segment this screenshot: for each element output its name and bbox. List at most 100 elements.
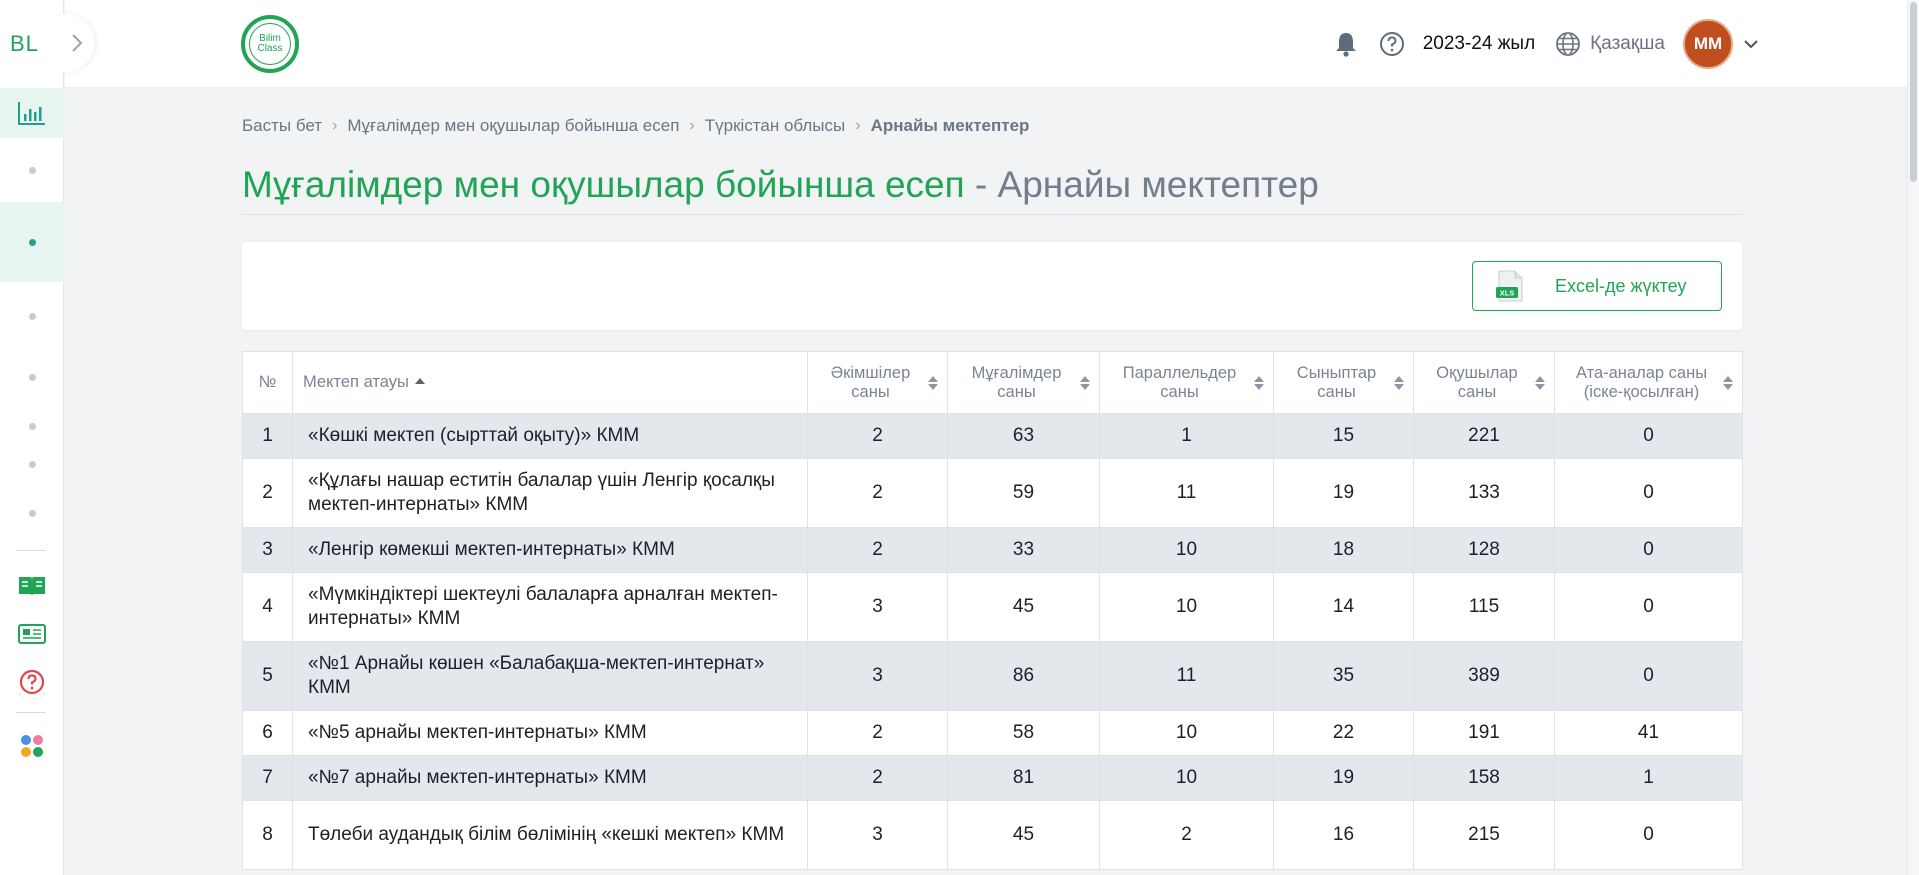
cell-school-name[interactable]: «Мүмкіндіктері шектеулі балаларға арналғ… bbox=[292, 572, 808, 642]
cell-students: 191 bbox=[1413, 710, 1555, 756]
sidebar-item-news[interactable] bbox=[0, 614, 64, 654]
bilimclass-logo[interactable]: Bilim Class bbox=[241, 15, 299, 73]
dot-icon bbox=[28, 422, 36, 430]
column-header-label: № bbox=[258, 373, 277, 391]
chevron-down-icon[interactable] bbox=[1743, 39, 1759, 49]
cell-school-name[interactable]: «Құлағы нашар еститін балалар үшін Ленгі… bbox=[292, 458, 808, 528]
schools-table-container: № Мектеп атауы Әкімшілер саны Мұғалімдер… bbox=[242, 351, 1743, 870]
column-header-school-name[interactable]: Мектеп атауы bbox=[292, 351, 808, 414]
notifications-bell-icon[interactable] bbox=[1335, 31, 1357, 57]
page-title-main: Мұғалімдер мен оқушылар бойынша есеп bbox=[242, 164, 965, 205]
sidebar-item-apps[interactable] bbox=[0, 726, 64, 766]
scrollbar-thumb[interactable] bbox=[1910, 2, 1917, 182]
table-row[interactable]: 3 «Ленгір көмекші мектеп-интернаты» КММ … bbox=[242, 527, 1743, 573]
sort-icon[interactable] bbox=[1535, 375, 1545, 390]
table-row[interactable]: 2 «Құлағы нашар еститін балалар үшін Лен… bbox=[242, 458, 1743, 528]
brand-line-2: Class bbox=[257, 43, 283, 54]
chevron-right-icon bbox=[72, 34, 83, 52]
sidebar-item-3[interactable] bbox=[0, 296, 64, 336]
academic-year-selector[interactable]: 2023-24 жыл bbox=[1423, 33, 1535, 55]
language-label: Қазақша bbox=[1590, 33, 1665, 54]
cell-parallels: 10 bbox=[1099, 710, 1274, 756]
sidebar-item-7[interactable] bbox=[0, 493, 64, 533]
cell-number: 2 bbox=[242, 458, 293, 528]
cell-admins: 2 bbox=[807, 413, 948, 459]
cell-school-name[interactable]: «Ленгір көмекші мектеп-интернаты» КММ bbox=[292, 527, 808, 573]
sidebar-item-journal[interactable] bbox=[0, 566, 64, 606]
column-header-label: Оқушылар саны bbox=[1436, 363, 1518, 401]
sort-icon[interactable] bbox=[1723, 375, 1733, 390]
cell-classes: 19 bbox=[1273, 755, 1414, 801]
column-header-parallels[interactable]: Параллельдер саны bbox=[1099, 351, 1274, 414]
sort-icon[interactable] bbox=[1254, 375, 1264, 390]
cell-teachers: 45 bbox=[947, 800, 1100, 870]
page-scrollbar[interactable] bbox=[1907, 0, 1919, 875]
cell-parents: 0 bbox=[1554, 641, 1743, 711]
sort-icon[interactable] bbox=[1080, 375, 1090, 390]
cell-students: 158 bbox=[1413, 755, 1555, 801]
sidebar-logo-text: BL bbox=[10, 31, 39, 56]
cell-number: 3 bbox=[242, 527, 293, 573]
sort-ascending-icon[interactable] bbox=[414, 378, 425, 384]
table-row[interactable]: 4 «Мүмкіндіктері шектеулі балаларға арна… bbox=[242, 572, 1743, 642]
cell-teachers: 58 bbox=[947, 710, 1100, 756]
sidebar-item-5[interactable] bbox=[0, 406, 64, 446]
column-header-parents[interactable]: Ата-аналар саны (іске-қосылған) bbox=[1554, 351, 1743, 414]
sort-icon[interactable] bbox=[1394, 375, 1404, 390]
user-avatar[interactable]: ММ bbox=[1683, 19, 1733, 69]
dot-icon bbox=[28, 312, 36, 320]
sidebar-item-1[interactable] bbox=[0, 150, 64, 190]
sidebar-item-help[interactable] bbox=[0, 662, 64, 702]
table-row[interactable]: 6 «№5 арнайы мектеп-интернаты» КММ 2 58 … bbox=[242, 710, 1743, 756]
cell-number: 6 bbox=[242, 710, 293, 756]
cell-admins: 2 bbox=[807, 527, 948, 573]
breadcrumb-region[interactable]: Түркістан облысы bbox=[705, 116, 846, 136]
cell-school-name[interactable]: «№5 арнайы мектеп-интернаты» КММ bbox=[292, 710, 808, 756]
book-icon bbox=[19, 577, 45, 596]
cell-admins: 2 bbox=[807, 755, 948, 801]
breadcrumb-report[interactable]: Мұғалімдер мен оқушылар бойынша есеп bbox=[347, 116, 679, 136]
table-row[interactable]: 7 «№7 арнайы мектеп-интернаты» КММ 2 81 … bbox=[242, 755, 1743, 801]
breadcrumb-home[interactable]: Басты бет bbox=[242, 116, 322, 136]
cell-students: 215 bbox=[1413, 800, 1555, 870]
cell-teachers: 59 bbox=[947, 458, 1100, 528]
cell-school-name[interactable]: «Көшкі мектеп (сырттай оқыту)» КММ bbox=[292, 413, 808, 459]
language-selector[interactable]: Қазақша bbox=[1555, 31, 1665, 57]
cell-school-name[interactable]: «№1 Арнайы көшен «Балабақша-мектеп-интер… bbox=[292, 641, 808, 711]
dot-icon bbox=[28, 373, 36, 381]
cell-parallels: 11 bbox=[1099, 641, 1274, 711]
table-row[interactable]: 8 Төлеби аудандық білім бөлімінің «кешкі… bbox=[242, 800, 1743, 870]
sidebar-item-reports[interactable] bbox=[0, 88, 64, 138]
cell-number: 5 bbox=[242, 641, 293, 711]
cell-parents: 1 bbox=[1554, 755, 1743, 801]
sidebar-item-2[interactable] bbox=[0, 202, 64, 282]
sidebar-logo[interactable]: BL bbox=[0, 14, 64, 74]
cell-admins: 3 bbox=[807, 641, 948, 711]
help-icon[interactable] bbox=[1379, 31, 1405, 57]
cell-students: 389 bbox=[1413, 641, 1555, 711]
table-row[interactable]: 5 «№1 Арнайы көшен «Балабақша-мектеп-инт… bbox=[242, 641, 1743, 711]
page-title-sub: Арнайы мектептер bbox=[997, 164, 1319, 205]
newspaper-icon bbox=[18, 624, 46, 644]
cell-classes: 35 bbox=[1273, 641, 1414, 711]
column-header-students[interactable]: Оқушылар саны bbox=[1413, 351, 1555, 414]
cell-students: 128 bbox=[1413, 527, 1555, 573]
cell-classes: 15 bbox=[1273, 413, 1414, 459]
cell-teachers: 63 bbox=[947, 413, 1100, 459]
cell-school-name[interactable]: «№7 арнайы мектеп-интернаты» КММ bbox=[292, 755, 808, 801]
table-row[interactable]: 1 «Көшкі мектеп (сырттай оқыту)» КММ 2 6… bbox=[242, 413, 1743, 459]
cell-teachers: 45 bbox=[947, 572, 1100, 642]
column-header-teachers[interactable]: Мұғалімдер саны bbox=[947, 351, 1100, 414]
sidebar-item-6[interactable] bbox=[0, 444, 64, 484]
bar-chart-icon bbox=[18, 102, 45, 125]
column-header-classes[interactable]: Сыныптар саны bbox=[1273, 351, 1414, 414]
sort-icon[interactable] bbox=[928, 375, 938, 390]
cell-school-name[interactable]: Төлеби аудандық білім бөлімінің «кешкі м… bbox=[292, 800, 808, 870]
excel-download-button[interactable]: XLS Excel-де жүктеу bbox=[1472, 261, 1722, 311]
apps-grid-icon bbox=[21, 735, 43, 757]
breadcrumb: Басты бет › Мұғалімдер мен оқушылар бойы… bbox=[242, 114, 1029, 138]
sidebar-item-4[interactable] bbox=[0, 357, 64, 397]
column-header-admins[interactable]: Әкімшілер саны bbox=[807, 351, 948, 414]
cell-parents: 0 bbox=[1554, 527, 1743, 573]
cell-parallels: 10 bbox=[1099, 755, 1274, 801]
